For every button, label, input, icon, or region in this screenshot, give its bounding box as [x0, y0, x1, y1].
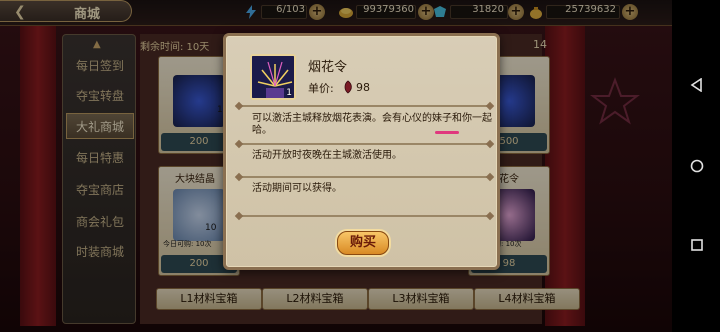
game-screen: ❮ 商城 6/103 + 99379360 + 31820 + 25739632… [0, 0, 672, 332]
android-nav-bar [672, 0, 720, 332]
divider [238, 215, 491, 217]
unit-price-value: 98 [356, 81, 370, 94]
item-name: 烟花令 [308, 60, 348, 75]
highlight-underline [435, 131, 459, 134]
item-icon-frame: 1 [250, 54, 296, 100]
buy-button[interactable]: 购买 [337, 231, 389, 255]
recents-square-icon[interactable] [690, 238, 704, 252]
unit-price-label: 单价: [308, 82, 334, 95]
divider [238, 143, 491, 145]
divider [238, 105, 491, 107]
item-detail-dialog: 1 烟花令 单价: 98 可以激活主城释放烟花表演。会有心仪的妹子和你一起哈。 … [223, 33, 500, 270]
home-circle-icon[interactable] [690, 159, 704, 173]
ruby-icon [344, 80, 352, 94]
divider [238, 176, 491, 178]
item-description: 可以激活主城释放烟花表演。会有心仪的妹子和你一起哈。 [252, 113, 492, 136]
obtain-description: 活动期间可以获得。 [252, 183, 342, 194]
usage-description: 活动开放时夜晚在主城激活使用。 [252, 150, 402, 161]
back-triangle-icon[interactable] [690, 78, 704, 92]
item-quantity: 1 [286, 88, 292, 98]
